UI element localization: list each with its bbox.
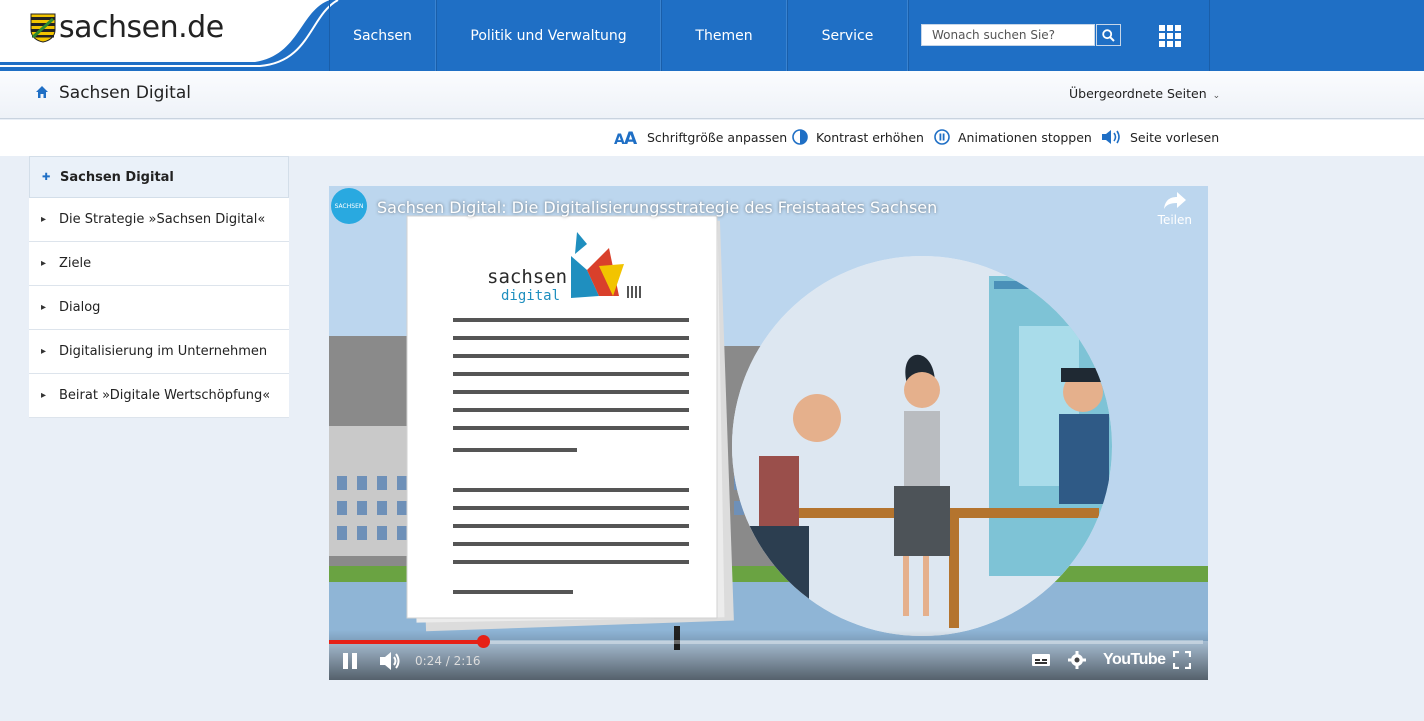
apps-grid-icon[interactable] [1159,25,1181,47]
speaker-icon [1101,129,1122,145]
stop-animations-label: Animationen stoppen [958,129,1092,145]
accessibility-toolbar: AA Schriftgröße anpassen Kontrast erhöhe… [0,120,1424,156]
progress-fill [329,640,483,644]
video-player[interactable]: sachsen digital SACHSEN Sachsen Digital:… [329,186,1208,680]
nav-tools: Wonach suchen Sie? [908,0,1210,71]
nav-label: Sachsen [353,27,412,44]
nav-item-politik-und-verwaltung[interactable]: Politik und Verwaltung [436,0,661,71]
share-label: Teilen [1157,213,1192,227]
parent-pages-label: Übergeordnete Seiten [1069,86,1207,101]
video-controls: 0:24 / 2:16 YouTube [329,630,1208,680]
chevron-right-icon: ▸ [41,390,47,401]
sidebar-item-label: Digitalisierung im Unternehmen [59,344,268,359]
nav-item-service[interactable]: Service [787,0,908,71]
sidebar-item-digitalisierung-im-unternehmen[interactable]: ▸ Digitalisierung im Unternehmen [29,330,289,374]
progress-scrubber[interactable] [476,635,490,648]
nav-label: Themen [695,27,753,44]
nav-item-themen[interactable]: Themen [661,0,787,71]
channel-badge[interactable]: SACHSEN [331,188,367,224]
volume-icon[interactable] [379,651,401,671]
nav-item-sachsen[interactable]: Sachsen [329,0,436,71]
logo-text: sachsen.de [59,10,224,45]
youtube-logo[interactable]: YouTube [1103,651,1166,669]
progress-bar[interactable] [329,635,1203,648]
share-arrow-icon [1163,192,1186,209]
chevron-down-icon: ⌄ [1212,91,1221,101]
read-aloud-button[interactable]: Seite vorlesen [1101,129,1219,145]
contrast-button[interactable]: Kontrast erhöhen [792,129,924,145]
pause-icon[interactable] [342,652,358,670]
sidebar-item-beirat[interactable]: ▸ Beirat »Digitale Wertschöpfung« [29,374,289,418]
font-size-button[interactable]: AA Schriftgröße anpassen [614,129,787,145]
search-icon [1102,28,1115,42]
top-navigation-bar: sachsen.de Sachsen Politik und Verwaltun… [0,0,1424,71]
contrast-label: Kontrast erhöhen [816,129,924,145]
font-size-icon: AA [614,129,639,145]
main-nav: Sachsen Politik und Verwaltung Themen Se… [329,0,908,71]
sidebar-item-sachsen-digital[interactable]: ✚ Sachsen Digital [29,156,289,198]
contrast-icon [792,129,808,145]
sidebar-navigation: ✚ Sachsen Digital ▸ Die Strategie »Sachs… [29,156,289,418]
video-frame-illustration: sachsen digital [329,186,1208,680]
pause-circle-icon [934,129,950,145]
home-icon[interactable] [35,85,49,99]
sidebar-item-label: Sachsen Digital [60,169,174,185]
sachsen-crest-icon [30,13,56,43]
share-button[interactable]: Teilen [1158,190,1192,227]
doc-brand-line1: sachsen [487,266,567,288]
sidebar-item-label: Beirat »Digitale Wertschöpfung« [59,388,271,403]
chevron-right-icon: ▸ [41,258,47,269]
sachsen-logo[interactable]: sachsen.de [30,13,224,43]
fullscreen-icon[interactable] [1173,651,1191,669]
settings-gear-icon[interactable] [1068,651,1086,669]
sidebar-item-ziele[interactable]: ▸ Ziele [29,242,289,286]
active-marker-icon: ✚ [42,171,51,183]
stop-animations-button[interactable]: Animationen stoppen [934,129,1092,145]
doc-brand-line2: digital [501,288,560,304]
page-title[interactable]: Sachsen Digital [59,83,191,103]
read-aloud-label: Seite vorlesen [1130,129,1220,145]
breadcrumb-bar: Sachsen Digital Übergeordnete Seiten ⌄ [0,71,1424,119]
search-button[interactable] [1096,24,1121,46]
chevron-right-icon: ▸ [41,214,47,225]
sidebar-item-label: Die Strategie »Sachsen Digital« [59,212,266,227]
logo-area: sachsen.de [0,0,340,71]
time-display: 0:24 / 2:16 [415,654,481,668]
chevron-right-icon: ▸ [41,346,47,357]
chevron-right-icon: ▸ [41,302,47,313]
svg-text:A: A [624,129,638,145]
parent-pages-dropdown[interactable]: Übergeordnete Seiten ⌄ [1069,86,1220,101]
subtitles-icon[interactable] [1031,652,1051,668]
sidebar-item-label: Ziele [59,256,92,271]
video-title[interactable]: Sachsen Digital: Die Digitalisierungsstr… [377,198,937,217]
search-input[interactable]: Wonach suchen Sie? [921,24,1095,46]
font-size-label: Schriftgröße anpassen [647,129,788,145]
sidebar-item-strategie[interactable]: ▸ Die Strategie »Sachsen Digital« [29,198,289,242]
sidebar-item-dialog[interactable]: ▸ Dialog [29,286,289,330]
sidebar-item-label: Dialog [59,300,101,315]
nav-label: Politik und Verwaltung [470,27,627,44]
nav-label: Service [821,27,874,44]
